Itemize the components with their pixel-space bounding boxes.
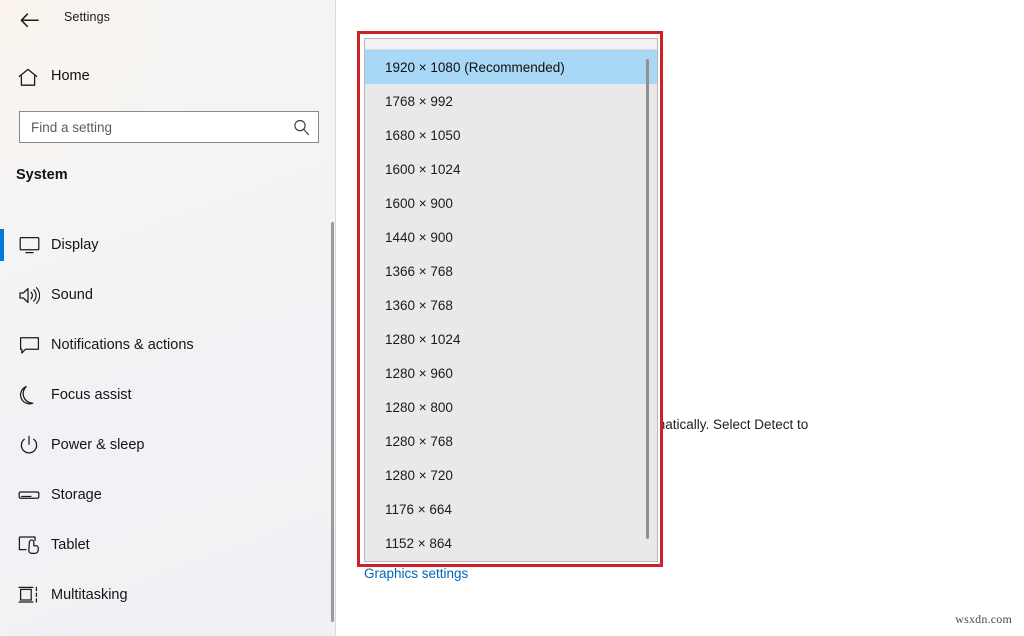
back-button[interactable] xyxy=(14,6,44,34)
selection-indicator xyxy=(0,279,4,311)
dropdown-option[interactable]: 1600 × 900 xyxy=(365,186,657,220)
back-arrow-icon xyxy=(20,12,39,27)
multitasking-icon xyxy=(16,582,42,608)
dropdown-option[interactable]: 1360 × 768 xyxy=(365,288,657,322)
sidebar-item-storage[interactable]: Storage xyxy=(0,470,335,520)
selection-indicator xyxy=(0,329,4,361)
search-icon[interactable] xyxy=(292,118,310,136)
red-highlight-callout: 1920 × 1080 (Recommended) 1768 × 992 1680 … xyxy=(357,31,663,567)
app-title: Settings xyxy=(64,10,110,24)
home-label: Home xyxy=(51,68,90,84)
selection-indicator xyxy=(0,379,4,411)
sidebar-item-label: Power & sleep xyxy=(51,437,145,453)
dropdown-option[interactable]: 1280 × 768 xyxy=(365,424,657,458)
dropdown-option[interactable]: 1280 × 720 xyxy=(365,458,657,492)
speaker-icon xyxy=(16,282,42,308)
title-bar: Settings xyxy=(0,0,335,40)
sidebar-item-label: Sound xyxy=(51,287,93,303)
sidebar-item-multitasking[interactable]: Multitasking xyxy=(0,570,335,620)
selection-indicator xyxy=(0,429,4,461)
sidebar-item-focus-assist[interactable]: Focus assist xyxy=(0,370,335,420)
home-icon xyxy=(16,65,40,89)
search-input[interactable] xyxy=(20,112,288,142)
sidebar-item-power-sleep[interactable]: Power & sleep xyxy=(0,420,335,470)
sidebar-item-home[interactable]: Home xyxy=(0,62,335,96)
section-title: System xyxy=(16,167,68,183)
selection-indicator xyxy=(0,479,4,511)
graphics-settings-link[interactable]: Graphics settings xyxy=(364,566,468,581)
watermark: wsxdn.com xyxy=(955,612,1012,626)
sidebar-item-sound[interactable]: Sound xyxy=(0,270,335,320)
chat-bubble-icon xyxy=(16,332,42,358)
search-box[interactable] xyxy=(19,111,319,143)
sidebar-nav-list: Display Sound Notifications & actions Fo… xyxy=(0,220,335,620)
dropdown-option[interactable]: 1176 × 664 xyxy=(365,492,657,526)
dropdown-option[interactable]: 1680 × 1050 xyxy=(365,118,657,152)
sidebar-item-label: Notifications & actions xyxy=(51,337,194,353)
dropdown-option[interactable]: 1366 × 768 xyxy=(365,254,657,288)
drive-icon xyxy=(16,482,42,508)
display-description-text: matically. Select Detect to xyxy=(654,417,809,432)
monitor-icon xyxy=(16,232,42,258)
dropdown-option[interactable]: 1768 × 992 xyxy=(365,84,657,118)
dropdown-option[interactable]: 1280 × 1024 xyxy=(365,322,657,356)
sidebar-item-label: Multitasking xyxy=(51,587,128,603)
dropdown-option[interactable]: 1280 × 960 xyxy=(365,356,657,390)
sidebar-item-label: Tablet xyxy=(51,537,90,553)
dropdown-scrollbar[interactable] xyxy=(646,59,649,539)
resolution-dropdown-list[interactable]: 1920 × 1080 (Recommended) 1768 × 992 1680 … xyxy=(364,38,658,562)
sidebar-item-label: Storage xyxy=(51,487,102,503)
dropdown-option[interactable]: 1280 × 800 xyxy=(365,390,657,424)
dropdown-top-strip xyxy=(365,39,657,50)
dropdown-option[interactable]: 1440 × 900 xyxy=(365,220,657,254)
tablet-touch-icon xyxy=(16,532,42,558)
sidebar-item-label: Display xyxy=(51,237,99,253)
sidebar-item-display[interactable]: Display xyxy=(0,220,335,270)
selection-indicator xyxy=(0,529,4,561)
sidebar-item-label: Focus assist xyxy=(51,387,132,403)
moon-icon xyxy=(16,382,42,408)
sidebar-item-notifications[interactable]: Notifications & actions xyxy=(0,320,335,370)
dropdown-option[interactable]: 1152 × 864 xyxy=(365,526,657,560)
dropdown-option[interactable]: 1920 × 1080 (Recommended) xyxy=(365,50,657,84)
selection-indicator xyxy=(0,579,4,611)
settings-sidebar: Settings Home System xyxy=(0,0,336,636)
selection-indicator xyxy=(0,229,4,261)
sidebar-scrollbar[interactable] xyxy=(331,222,334,622)
dropdown-option[interactable]: 1600 × 1024 xyxy=(365,152,657,186)
dropdown-options: 1920 × 1080 (Recommended) 1768 × 992 1680 … xyxy=(365,50,657,560)
sidebar-item-tablet[interactable]: Tablet xyxy=(0,520,335,570)
power-icon xyxy=(16,432,42,458)
